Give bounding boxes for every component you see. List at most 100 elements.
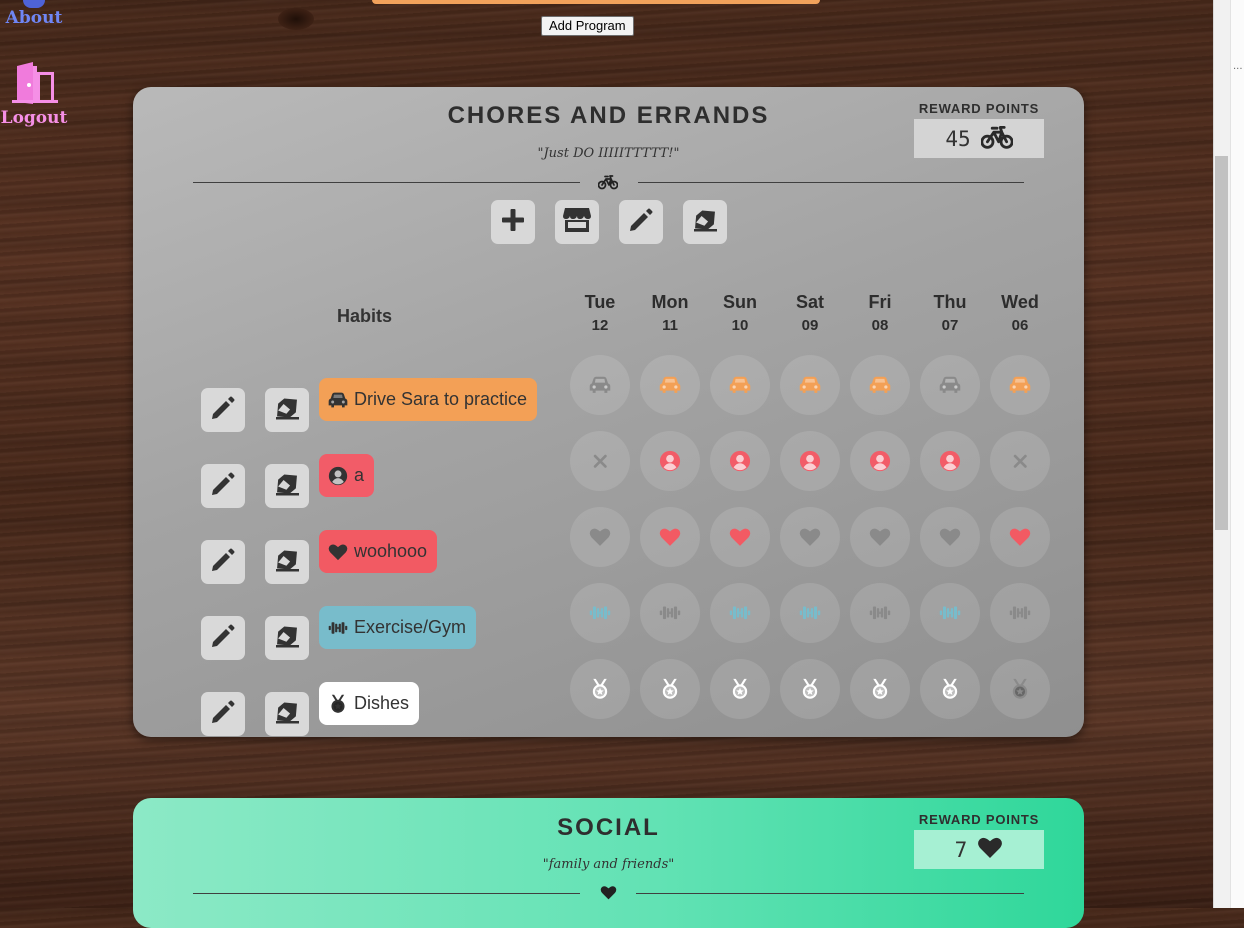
habit-day-cell[interactable] [570, 431, 630, 491]
day-number: 11 [662, 317, 678, 334]
habit-day-cell[interactable] [920, 431, 980, 491]
habit-label: woohooo [354, 541, 428, 561]
reward-box: 7 [914, 830, 1044, 869]
reward-value: 7 [954, 837, 968, 862]
habit-pill[interactable]: Dishes [319, 682, 420, 725]
divider-left [193, 182, 580, 183]
habit-day-cell[interactable] [850, 431, 910, 491]
medal-icon [869, 678, 891, 700]
about-icon [23, 0, 45, 8]
delete-habit-button[interactable] [265, 540, 309, 584]
edit-habit-button[interactable] [201, 540, 245, 584]
dumbbell-icon [799, 604, 821, 622]
habit-day-cell[interactable] [850, 659, 910, 719]
habit-day-cell[interactable] [920, 583, 980, 643]
habit-day-cell[interactable] [780, 659, 840, 719]
car-icon [729, 376, 751, 394]
habit-day-cell[interactable] [640, 431, 700, 491]
program-bar-top [372, 0, 820, 4]
heart-icon [659, 527, 681, 547]
delete-habit-button[interactable] [265, 692, 309, 736]
pencil-icon [210, 547, 236, 577]
day-name: Tue [584, 292, 616, 312]
dumbbell-icon [869, 604, 891, 622]
habit-day-cell[interactable] [780, 583, 840, 643]
delete-habit-button[interactable] [265, 616, 309, 660]
more-icon[interactable]: ··· [1233, 64, 1243, 75]
day-name: Wed [1001, 292, 1039, 312]
add-program-button[interactable]: Add Program [541, 16, 634, 36]
habit-day-cell[interactable] [710, 355, 770, 415]
delete-habit-button[interactable] [265, 388, 309, 432]
habit-day-cell[interactable] [570, 583, 630, 643]
habit-day-cell[interactable] [990, 431, 1050, 491]
habit-day-cell[interactable] [920, 507, 980, 567]
habit-day-cell[interactable] [850, 583, 910, 643]
edit-habit-button[interactable] [201, 388, 245, 432]
habit-day-cell[interactable] [990, 659, 1050, 719]
day-header: Sun 10 [710, 292, 770, 334]
habits-header: Habits [337, 306, 393, 326]
habit-day-cell[interactable] [710, 583, 770, 643]
car-icon [659, 376, 681, 394]
habit-day-cell[interactable] [850, 355, 910, 415]
add-habit-button[interactable] [491, 200, 535, 244]
habit-day-cell[interactable] [640, 659, 700, 719]
edit-habit-button[interactable] [201, 616, 245, 660]
nav-about[interactable]: About [0, 0, 68, 28]
dumbbell-icon [1009, 604, 1031, 622]
delete-program-button[interactable] [683, 200, 727, 244]
medal-icon [589, 678, 611, 700]
habit-day-cell[interactable] [710, 507, 770, 567]
habit-day-cell[interactable] [570, 507, 630, 567]
habit-pill[interactable]: Exercise/Gym [319, 606, 477, 649]
eraser-icon [691, 208, 719, 236]
reward-value: 45 [945, 126, 971, 151]
habit-day-cell[interactable] [710, 431, 770, 491]
habit-day-cell[interactable] [990, 583, 1050, 643]
habit-day-cell[interactable] [920, 355, 980, 415]
store-button[interactable] [555, 200, 599, 244]
edit-program-button[interactable] [619, 200, 663, 244]
day-header: Wed 06 [990, 292, 1050, 334]
medal-icon [939, 678, 961, 700]
habit-day-cell[interactable] [710, 659, 770, 719]
edit-habit-button[interactable] [201, 692, 245, 736]
nav-about-label: About [5, 8, 63, 28]
medal-icon [659, 678, 681, 700]
habit-pill[interactable]: Drive Sara to practice [319, 378, 538, 421]
pencil-icon [210, 623, 236, 653]
user-circle-icon [799, 450, 821, 472]
nav-logout[interactable]: Logout [0, 62, 68, 128]
habit-day-cell[interactable] [780, 507, 840, 567]
habit-day-cell[interactable] [570, 355, 630, 415]
user-circle-icon [869, 450, 891, 472]
habit-label: Exercise/Gym [354, 617, 467, 637]
heart-icon [600, 885, 617, 904]
habit-pill[interactable]: a [319, 454, 375, 497]
habit-day-cell[interactable] [640, 583, 700, 643]
habit-day-cell[interactable] [780, 355, 840, 415]
dumbbell-icon [659, 604, 681, 622]
store-icon [562, 207, 592, 237]
habit-day-cell[interactable] [990, 507, 1050, 567]
habit-day-cell[interactable] [570, 659, 630, 719]
habit-day-cell[interactable] [990, 355, 1050, 415]
car-icon [589, 376, 611, 394]
scrollbar-thumb[interactable] [1215, 156, 1228, 530]
edit-habit-button[interactable] [201, 464, 245, 508]
habit-day-cell[interactable] [640, 355, 700, 415]
habit-pill[interactable]: woohooo [319, 530, 438, 573]
car-icon [799, 376, 821, 394]
habit-day-cell[interactable] [780, 431, 840, 491]
habit-label: a [354, 465, 365, 485]
habit-day-cell[interactable] [850, 507, 910, 567]
delete-habit-button[interactable] [265, 464, 309, 508]
habit-day-cell[interactable] [920, 659, 980, 719]
habit-day-cell[interactable] [640, 507, 700, 567]
heart-icon [328, 543, 348, 561]
car-icon [869, 376, 891, 394]
day-header: Mon 11 [640, 292, 700, 334]
user-circle-icon [659, 450, 681, 472]
reward-points: REWARD POINTS 45 [914, 101, 1044, 158]
